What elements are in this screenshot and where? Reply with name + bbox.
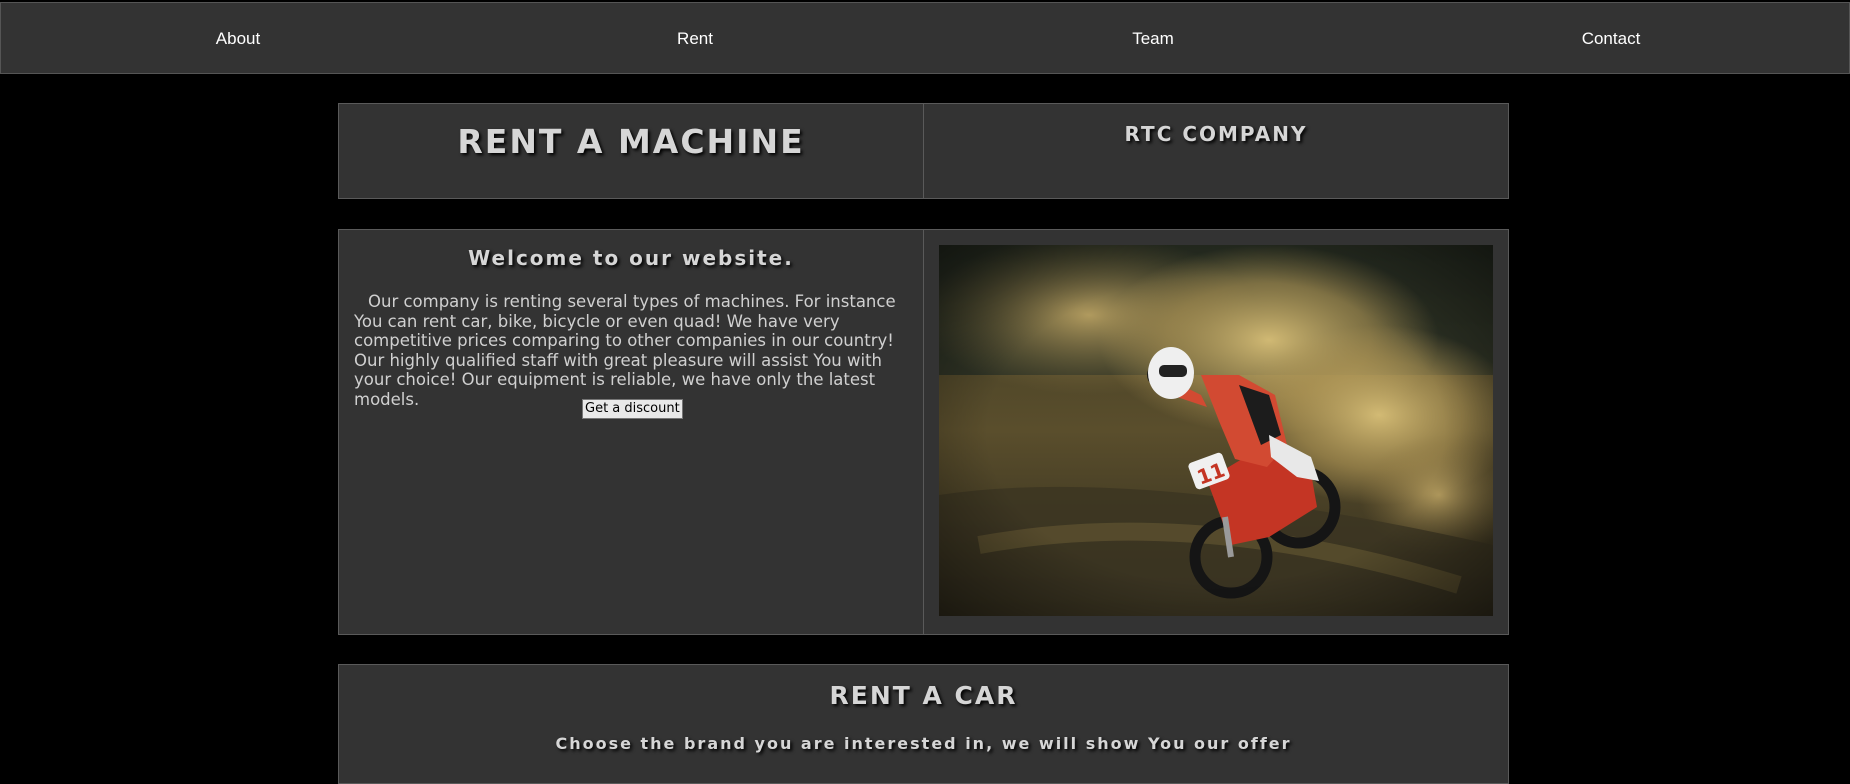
welcome-text: Our company is renting several types of … (354, 292, 896, 409)
rent-car-panel: RENT A CAR Choose the brand you are inte… (338, 664, 1509, 784)
rent-car-heading: RENT A CAR (829, 681, 1018, 710)
motocross-illustration: 11 (939, 245, 1493, 616)
nav-link-team[interactable]: Team (1132, 3, 1174, 73)
welcome-heading: Welcome to our website. (468, 246, 794, 270)
page-title: RENT A MACHINE (457, 122, 805, 161)
get-discount-button[interactable]: Get a discount (582, 399, 683, 419)
header-title-panel: RENT A MACHINE (338, 103, 924, 199)
nav-link-contact[interactable]: Contact (1582, 3, 1641, 73)
rent-car-subheading: Choose the brand you are interested in, … (555, 734, 1292, 753)
welcome-panel: Welcome to our website. Our company is r… (338, 229, 924, 635)
image-panel: 11 (923, 229, 1509, 635)
company-name: RTC COMPANY (1124, 122, 1308, 146)
motocross-photo: 11 (939, 245, 1493, 616)
nav-link-about[interactable]: About (216, 3, 260, 73)
header-company-panel: RTC COMPANY (923, 103, 1509, 199)
top-nav-bar: About Rent Team Contact (0, 2, 1850, 74)
nav-link-rent[interactable]: Rent (677, 3, 713, 73)
